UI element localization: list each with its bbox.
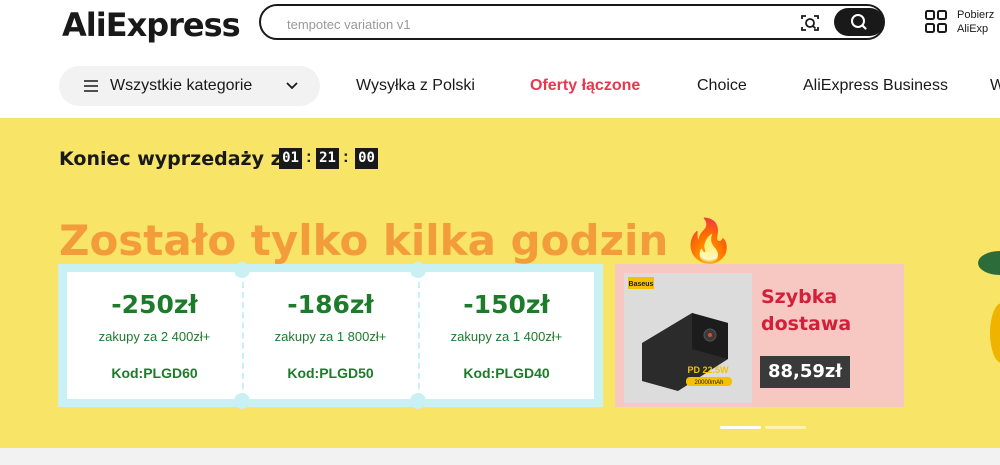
product-spec-capacity: 20000mAh [694,380,723,386]
coupon-amount: -186zł [287,290,374,319]
promo-title-line1: Szybka [761,286,838,308]
coupon-amount: -250zł [111,290,198,319]
all-categories-label: Wszystkie kategorie [110,77,253,94]
nav-link-bundle-deals[interactable]: Oferty łączone [530,77,640,95]
all-categories-button[interactable]: Wszystkie kategorie [59,66,320,106]
countdown-separator: : [343,147,349,166]
coupon-notch [234,393,250,409]
coupon-card[interactable]: -150zł zakupy za 1 400zł+ Kod:PLGD40 [419,272,594,399]
coupon-card[interactable]: -186zł zakupy za 1 800zł+ Kod:PLGD50 [243,272,418,399]
coupon-notch [410,393,426,409]
camera-search-icon[interactable] [799,12,821,34]
sale-banner[interactable]: Koniec wyprzedaży za: 01 : 21 : 00 Zosta… [0,118,1000,448]
coupon-notch [234,262,250,278]
site-header: AliExpress Pobierz AliExp Wszystkie kate… [0,0,1000,118]
powerbank-illustration: Baseus PD 22.5W 20000mAh [624,273,752,403]
app-promo-line1: Pobierz [957,9,995,21]
banner-headline: Zostało tylko kilka godzin 🔥 [59,216,736,265]
product-brand: Baseus [629,281,654,288]
fast-delivery-promo[interactable]: Baseus PD 22.5W 20000mAh Szybka dostawa … [615,264,904,407]
product-spec-power: PD 22.5W [687,365,729,375]
coupon-condition: zakupy za 1 400zł+ [450,329,563,344]
countdown-seconds: 00 [355,148,378,169]
app-download-promo[interactable]: Pobierz AliExp [957,8,994,36]
product-image-powerbank[interactable]: Baseus PD 22.5W 20000mAh [624,273,752,403]
coupon-card[interactable]: -250zł zakupy za 2 400zł+ Kod:PLGD60 [67,272,242,399]
nav-link-shipping-poland[interactable]: Wysyłka z Polski [356,77,475,95]
search-icon [851,14,867,30]
promo-price-tag: 88,59zł [760,356,851,388]
search-button[interactable] [834,8,884,36]
coupon-list: -250zł zakupy za 2 400zł+ Kod:PLGD60 -18… [67,272,594,399]
promo-title-line2: dostawa [761,313,852,335]
carousel-dot-active[interactable] [720,426,761,429]
coupon-condition: zakupy za 2 400zł+ [98,329,211,344]
promo-title: Szybka dostawa [761,284,851,338]
chevron-down-icon [286,82,298,90]
hamburger-icon [84,80,98,92]
app-promo-line2: AliExp [957,23,989,35]
content-divider [0,448,1000,465]
plant-decoration [978,251,1000,363]
countdown-separator: : [306,147,312,166]
coupon-code: Kod:PLGD60 [111,365,198,381]
search-bar [259,4,885,40]
sale-countdown-label: Koniec wyprzedaży za: [59,148,303,170]
coupon-panel[interactable]: -250zł zakupy za 2 400zł+ Kod:PLGD60 -18… [58,262,603,409]
aliexpress-logo[interactable]: AliExpress [62,6,241,44]
countdown-hours: 01 [279,148,302,169]
search-input[interactable] [285,13,769,35]
coupon-code: Kod:PLGD40 [463,365,550,381]
coupon-amount: -150zł [463,290,550,319]
countdown-minutes: 21 [316,148,339,169]
nav-link-choice[interactable]: Choice [697,77,747,95]
nav-link-business[interactable]: AliExpress Business [803,77,948,95]
carousel-dot[interactable] [765,426,806,429]
coupon-condition: zakupy za 1 800zł+ [274,329,387,344]
coupon-code: Kod:PLGD50 [287,365,374,381]
coupon-notch [410,262,426,278]
qr-code-icon[interactable] [925,10,947,34]
nav-link-more[interactable]: W [990,77,1000,95]
